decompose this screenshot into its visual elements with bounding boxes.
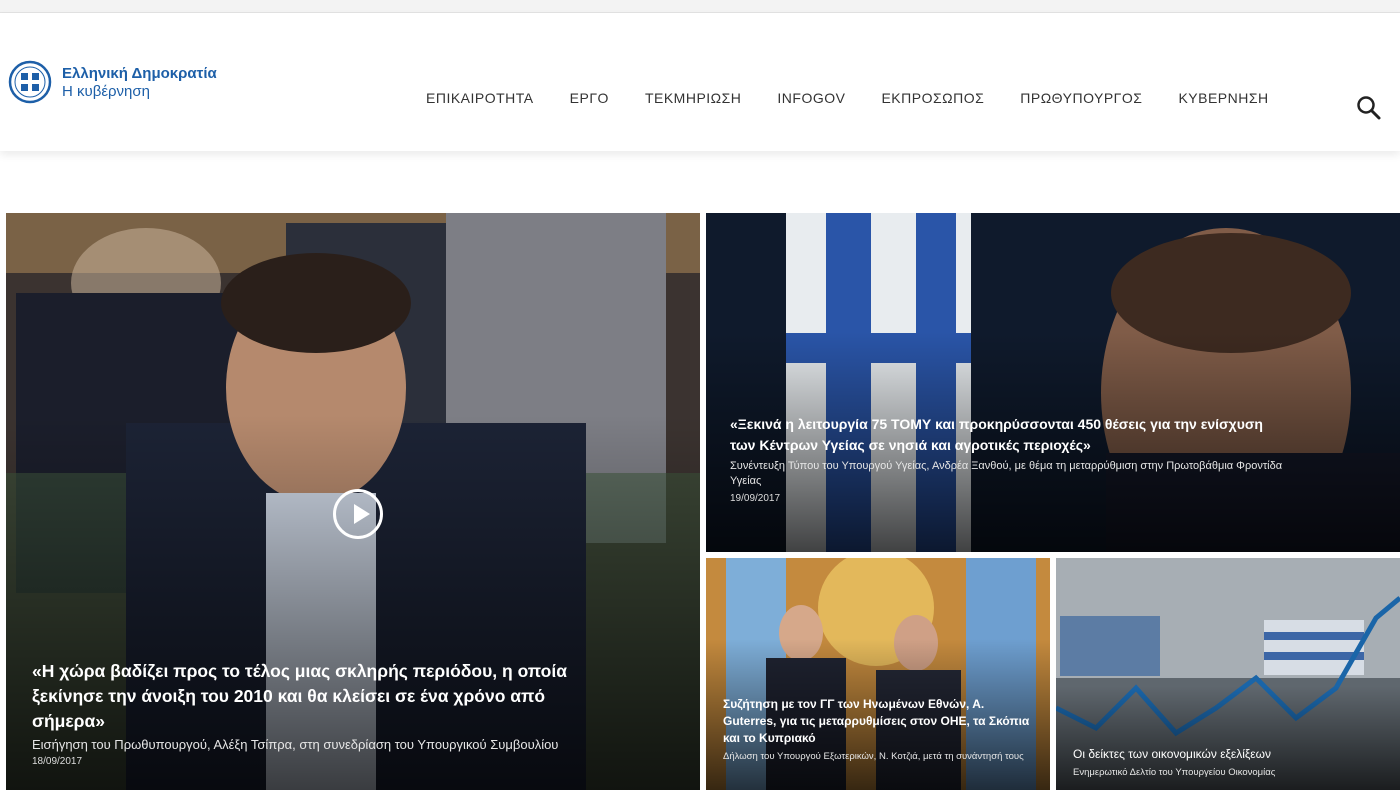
site-logo[interactable]: Ελληνική Δημοκρατία Η κυβέρνηση bbox=[8, 60, 217, 104]
tile-title[interactable]: Οι δείκτες των οικονομικών εξελίξεων bbox=[1073, 746, 1388, 763]
browser-top-strip bbox=[0, 0, 1400, 13]
tile-subtitle: Συνέντευξη Τύπου του Υπουργού Υγείας, Αν… bbox=[730, 460, 1283, 487]
tile-date: 19/09/2017 bbox=[730, 493, 781, 504]
main-nav: ΕΠΙΚΑΙΡΟΤΗΤΑ ΕΡΓΟ ΤΕΚΜΗΡΙΩΣΗ INFOGOV ΕΚΠ… bbox=[426, 90, 1305, 106]
nav-item-kyvernisi[interactable]: ΚΥΒΕΡΝΗΣΗ bbox=[1178, 90, 1268, 106]
tile-title[interactable]: Συζήτηση με τον ΓΓ των Ηνωμένων Εθνών, Α… bbox=[723, 696, 1033, 747]
tile-subtitle: Δήλωση του Υπουργού Εξωτερικών, Ν. Κοτζι… bbox=[723, 751, 1024, 762]
search-icon[interactable] bbox=[1356, 95, 1382, 121]
tile-caption: Οι δείκτες των οικονομικών εξελίξεων Ενη… bbox=[1073, 746, 1388, 779]
tile-subtitle: Εισήγηση του Πρωθυπουργού, Αλέξη Τσίπρα,… bbox=[32, 737, 559, 752]
greek-emblem-icon bbox=[8, 60, 52, 104]
nav-item-ergo[interactable]: ΕΡΓΟ bbox=[570, 90, 609, 106]
tile-caption: «Η χώρα βαδίζει προς το τέλος μιας σκληρ… bbox=[32, 659, 612, 767]
news-tile-un[interactable]: Συζήτηση με τον ΓΓ των Ηνωμένων Εθνών, Α… bbox=[706, 558, 1050, 790]
nav-item-tekmiriosi[interactable]: ΤΕΚΜΗΡΙΩΣΗ bbox=[645, 90, 741, 106]
play-icon[interactable] bbox=[333, 489, 383, 539]
logo-text: Ελληνική Δημοκρατία Η κυβέρνηση bbox=[62, 65, 217, 101]
logo-title: Ελληνική Δημοκρατία bbox=[62, 65, 217, 82]
tile-title[interactable]: «Η χώρα βαδίζει προς το τέλος μιας σκληρ… bbox=[32, 659, 612, 734]
tile-title[interactable]: «Ξεκινά η λειτουργία 75 ΤΟΜΥ και προκηρύ… bbox=[730, 414, 1290, 456]
news-tile-health[interactable]: «Ξεκινά η λειτουργία 75 ΤΟΜΥ και προκηρύ… bbox=[706, 213, 1400, 552]
nav-item-ekprosopos[interactable]: ΕΚΠΡΟΣΩΠΟΣ bbox=[881, 90, 984, 106]
tile-caption: Συζήτηση με τον ΓΓ των Ηνωμένων Εθνών, Α… bbox=[723, 696, 1033, 763]
tile-date: 18/09/2017 bbox=[32, 756, 83, 767]
tile-caption: «Ξεκινά η λειτουργία 75 ΤΟΜΥ και προκηρύ… bbox=[730, 414, 1290, 504]
nav-item-prothypourgos[interactable]: ΠΡΩΘΥΠΟΥΡΓΟΣ bbox=[1020, 90, 1142, 106]
nav-item-infogov[interactable]: INFOGOV bbox=[777, 90, 845, 106]
news-tile-economy[interactable]: Οι δείκτες των οικονομικών εξελίξεων Ενη… bbox=[1056, 558, 1400, 790]
nav-item-epikairotita[interactable]: ΕΠΙΚΑΙΡΟΤΗΤΑ bbox=[426, 90, 534, 106]
logo-subtitle: Η κυβέρνηση bbox=[62, 83, 150, 100]
tile-subtitle: Ενημερωτικό Δελτίο του Υπουργείου Οικονο… bbox=[1073, 767, 1276, 778]
site-header: Ελληνική Δημοκρατία Η κυβέρνηση ΕΠΙΚΑΙΡΟ… bbox=[0, 13, 1400, 151]
news-tile-main[interactable]: «Η χώρα βαδίζει προς το τέλος μιας σκληρ… bbox=[6, 213, 700, 790]
